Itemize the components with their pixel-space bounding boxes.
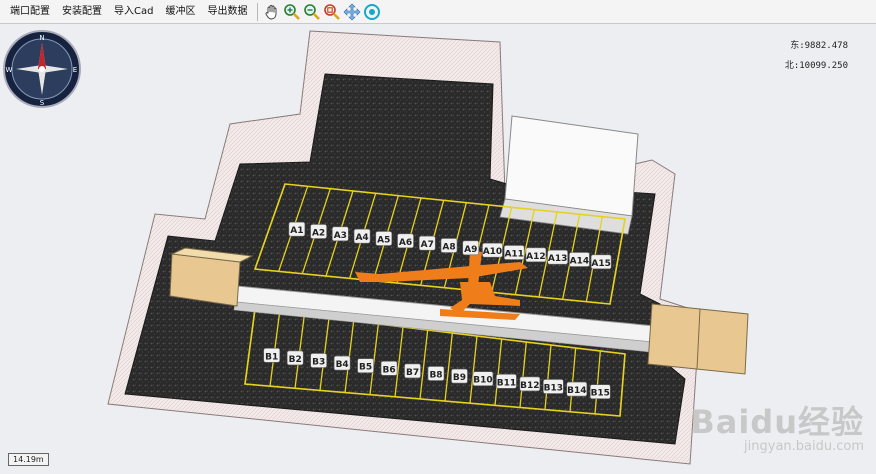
bay-label-a[interactable]: A13 bbox=[547, 249, 568, 265]
bay-label-a[interactable]: A10 bbox=[482, 242, 503, 258]
end-block-right bbox=[647, 303, 749, 375]
bay-label-b[interactable]: B7 bbox=[404, 363, 421, 379]
bay-label-a[interactable]: A15 bbox=[590, 254, 612, 270]
bay-label-a[interactable]: A2 bbox=[310, 224, 327, 239]
move-icon[interactable] bbox=[343, 3, 361, 21]
bay-label-b[interactable]: B6 bbox=[380, 360, 398, 376]
bay-label-text: A5 bbox=[377, 236, 390, 246]
bay-label-b[interactable]: B14 bbox=[566, 381, 588, 397]
bay-label-b[interactable]: B13 bbox=[543, 379, 564, 394]
menu-import-cad[interactable]: 导入Cad bbox=[108, 0, 159, 24]
bay-label-a[interactable]: A3 bbox=[332, 226, 349, 242]
compass-e: E bbox=[73, 66, 77, 74]
east-coordinate: 东:9882.478 bbox=[790, 41, 848, 51]
menu-buffer-zone[interactable]: 缓冲区 bbox=[159, 0, 201, 24]
zoom-fit-icon[interactable] bbox=[323, 3, 341, 21]
bay-label-a[interactable]: A11 bbox=[503, 245, 525, 260]
bay-label-text: A7 bbox=[421, 240, 434, 250]
bay-label-text: A2 bbox=[312, 229, 325, 239]
bay-label-b[interactable]: B2 bbox=[286, 350, 304, 366]
bay-label-a[interactable]: A7 bbox=[418, 235, 436, 251]
bay-label-text: B3 bbox=[312, 358, 325, 368]
bay-label-text: B9 bbox=[453, 373, 466, 383]
control-building bbox=[499, 115, 639, 235]
menu-export-data[interactable]: 导出数据 bbox=[201, 0, 253, 24]
bay-label-text: A8 bbox=[442, 243, 455, 253]
compass-s: S bbox=[40, 99, 45, 107]
bay-label-text: B1 bbox=[265, 352, 278, 362]
bay-label-text: B12 bbox=[520, 381, 539, 391]
bay-label-text: A9 bbox=[464, 245, 477, 255]
bay-label-b[interactable]: B3 bbox=[310, 353, 327, 368]
bay-label-text: A3 bbox=[334, 231, 347, 241]
bay-label-text: A15 bbox=[591, 259, 611, 269]
watermark: Baidu经验 jingyan.baidu.com bbox=[690, 397, 864, 454]
bay-label-text: A12 bbox=[526, 252, 546, 262]
bay-label-text: A4 bbox=[355, 233, 368, 243]
bay-label-b[interactable]: B9 bbox=[451, 368, 468, 384]
zoom-in-icon[interactable] bbox=[283, 3, 301, 21]
bay-label-text: B14 bbox=[567, 386, 586, 396]
bay-label-b[interactable]: B15 bbox=[589, 384, 611, 400]
scale-bar: 14.19m bbox=[8, 453, 49, 466]
bay-label-a[interactable]: A8 bbox=[440, 238, 458, 253]
bay-label-text: B6 bbox=[383, 365, 396, 375]
bay-label-a[interactable]: A1 bbox=[288, 221, 306, 237]
bay-label-text: B13 bbox=[544, 384, 563, 394]
menu-port-config[interactable]: 端口配置 bbox=[4, 0, 56, 24]
bay-label-a[interactable]: A9 bbox=[462, 240, 480, 256]
bay-label-a[interactable]: A5 bbox=[375, 231, 393, 246]
bay-label-a[interactable]: A14 bbox=[569, 252, 590, 267]
bay-label-text: B15 bbox=[591, 389, 610, 399]
watermark-logo: Baidu经验 bbox=[690, 403, 864, 441]
bay-label-text: B8 bbox=[429, 371, 442, 381]
bay-label-text: B2 bbox=[289, 355, 302, 365]
bay-label-b[interactable]: B12 bbox=[519, 376, 541, 392]
bay-label-b[interactable]: B4 bbox=[333, 355, 351, 371]
bay-label-a[interactable]: A4 bbox=[353, 228, 371, 244]
bay-label-text: A1 bbox=[290, 226, 303, 236]
bay-label-b[interactable]: B8 bbox=[427, 366, 445, 381]
toolbar-separator bbox=[257, 2, 259, 21]
zoom-out-icon[interactable] bbox=[303, 3, 321, 21]
bay-label-text: B7 bbox=[406, 368, 419, 378]
bay-label-text: B4 bbox=[336, 360, 349, 370]
bay-label-text: A6 bbox=[399, 238, 412, 248]
bay-label-text: A11 bbox=[504, 250, 524, 260]
bay-label-text: B11 bbox=[497, 378, 516, 388]
north-coordinate: 北:10099.250 bbox=[784, 61, 848, 71]
rotate-icon[interactable] bbox=[363, 3, 381, 21]
menu-install-config[interactable]: 安装配置 bbox=[56, 0, 108, 24]
bay-label-a[interactable]: A6 bbox=[397, 233, 414, 249]
bay-label-b[interactable]: B5 bbox=[357, 358, 374, 374]
bay-label-text: B5 bbox=[359, 363, 372, 373]
bay-label-text: A13 bbox=[548, 254, 568, 264]
bay-label-text: A10 bbox=[483, 247, 503, 257]
compass[interactable]: N S E W bbox=[2, 26, 82, 116]
bay-label-b[interactable]: B11 bbox=[496, 373, 517, 389]
compass-n: N bbox=[39, 34, 44, 42]
bay-label-text: A14 bbox=[570, 257, 590, 267]
compass-w: W bbox=[6, 66, 13, 74]
toolbar: 端口配置 安装配置 导入Cad 缓冲区 导出数据 bbox=[0, 0, 876, 24]
bay-label-a[interactable]: A12 bbox=[525, 247, 547, 263]
bay-label-b[interactable]: B10 bbox=[472, 371, 494, 387]
map-viewport[interactable]: A1 A2 A3 A4 A5 A6 A7 A8 A9 A10 A11 A12 A13 A14 A15 B1 B2… bbox=[0, 24, 876, 474]
bay-label-b[interactable]: B1 bbox=[263, 347, 281, 363]
pan-hand-icon[interactable] bbox=[263, 3, 281, 21]
bay-label-text: B10 bbox=[473, 376, 492, 386]
